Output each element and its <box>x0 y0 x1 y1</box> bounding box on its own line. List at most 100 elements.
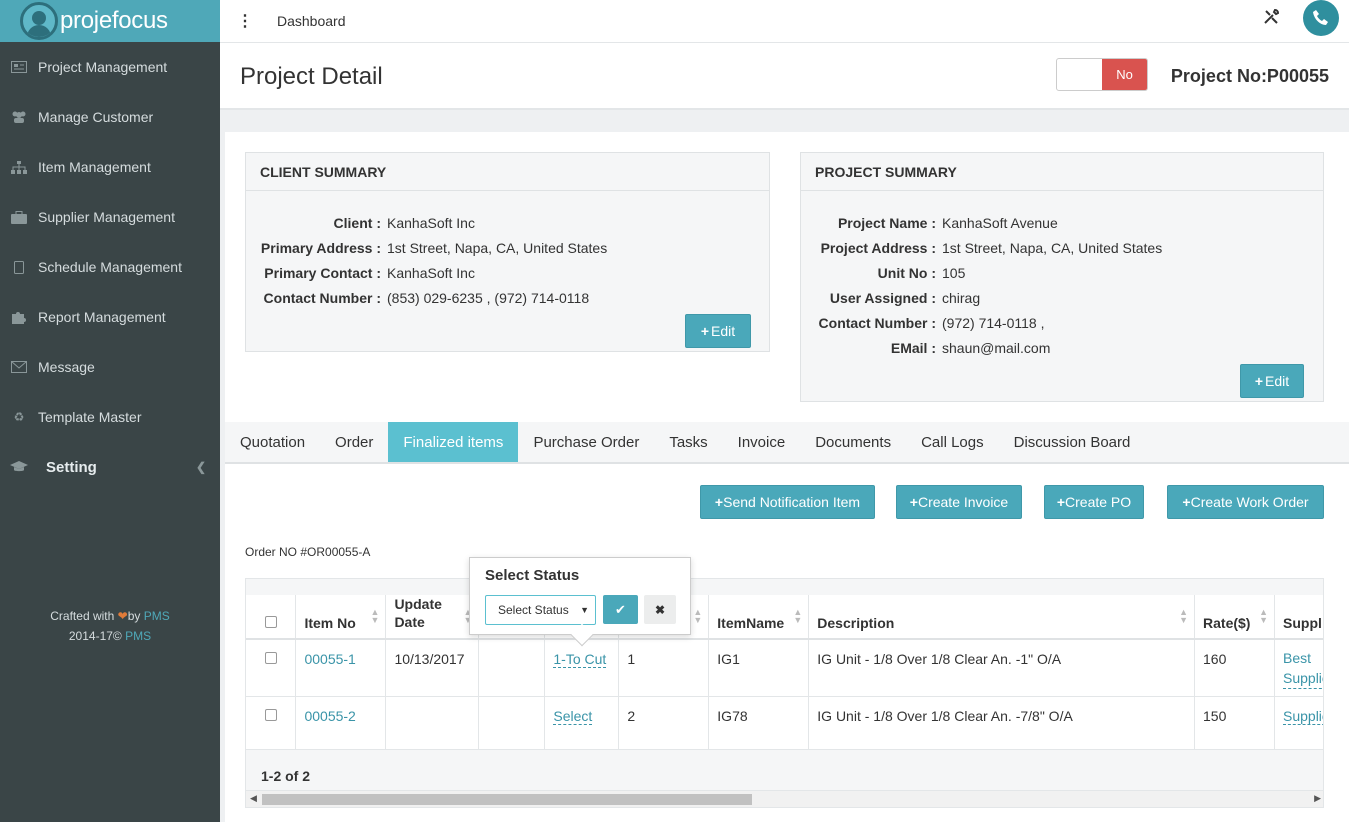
client-row: Client : KanhaSoft Inc <box>246 215 475 231</box>
client-edit-button[interactable]: + Edit <box>685 314 751 348</box>
logo[interactable]: projefocus <box>0 0 220 42</box>
plus-icon: + <box>1056 494 1066 510</box>
column-header-description[interactable]: Description ▲ ▼ <box>808 595 1196 640</box>
item-no-link[interactable]: 00055-2 <box>304 708 355 724</box>
phone-icon[interactable] <box>1303 0 1339 36</box>
edit-label: Edit <box>1265 373 1290 389</box>
plus-icon: + <box>714 494 724 510</box>
column-header-update-date[interactable]: Update Date ▲ ▼ <box>385 595 480 640</box>
logo-text: projefocus <box>60 7 168 34</box>
items-table: Item No ▲▼ Update Date▲▼ ▲▼ ▲▼ ItemName▲▼… <box>246 595 1323 750</box>
email-row: EMail : shaun@mail.com <box>801 340 1051 356</box>
project-address-value: 1st Street, Napa, CA, United States <box>942 240 1163 256</box>
panel-title: PROJECT SUMMARY <box>801 153 1323 191</box>
select-status-popover: Select Status Select Status ▼ ✔ ✖ <box>469 557 691 647</box>
status-select[interactable]: Select Status ▼ <box>485 595 596 625</box>
sidebar-item-item-management[interactable]: Item Management <box>0 142 220 192</box>
sidebar-item-schedule-management[interactable]: Schedule Management <box>0 242 220 292</box>
tab-discussion-board[interactable]: Discussion Board <box>999 422 1146 462</box>
tab-tasks[interactable]: Tasks <box>654 422 722 462</box>
contact-number-value: (853) 029-6235 , (972) 714-0118 <box>387 290 590 306</box>
tab-purchase-order[interactable]: Purchase Order <box>518 422 654 462</box>
row-checkbox[interactable] <box>264 652 277 664</box>
tab-finalized-items[interactable]: Finalized items <box>388 422 519 462</box>
tab-invoice[interactable]: Invoice <box>723 422 801 462</box>
primary-contact-label: Primary Contact : <box>264 265 381 281</box>
contact-number-value: (972) 714-0118 , <box>942 315 1045 331</box>
unit-no-value: 105 <box>942 265 966 281</box>
sort-icon: ▲▼ <box>370 607 380 625</box>
send-notification-button[interactable]: + Send Notification Item <box>700 485 875 519</box>
sidebar-item-label: Schedule Management <box>38 259 182 275</box>
status-editable[interactable]: 1-To Cut <box>553 651 607 668</box>
contact-number-label: Contact Number : <box>263 290 381 306</box>
sidebar-item-report-management[interactable]: Report Management <box>0 292 220 342</box>
users-icon <box>10 110 28 124</box>
supplier-cell: Best Supplie <box>1274 639 1323 697</box>
pms-link[interactable]: PMS <box>144 609 170 623</box>
breadcrumb[interactable]: Dashboard <box>277 13 346 29</box>
create-work-order-button[interactable]: + Create Work Order <box>1167 485 1324 519</box>
table-row: 00055-2 Select 2 IG78 IG Unit - 1/8 Over… <box>246 696 1323 750</box>
tab-documents[interactable]: Documents <box>800 422 906 462</box>
create-invoice-label: Create Invoice <box>917 494 1009 510</box>
item-no-link[interactable]: 00055-1 <box>304 651 355 667</box>
tools-icon[interactable] <box>1263 8 1280 31</box>
scrollbar-thumb[interactable] <box>262 794 752 805</box>
column-header-item-name[interactable]: ItemName ▲ ▼ <box>708 595 810 640</box>
pagination-info: 1-2 of 2 <box>246 759 1323 792</box>
blank-cell <box>478 639 546 697</box>
sidebar-item-message[interactable]: Message <box>0 342 220 392</box>
horizontal-scrollbar[interactable]: ◀ ▶ <box>246 790 1323 807</box>
rate-cell: 160 <box>1194 639 1275 697</box>
primary-address-label: Primary Address : <box>260 240 381 256</box>
tab-quotation[interactable]: Quotation <box>225 422 320 462</box>
supplier-cell: Supplie <box>1274 696 1323 750</box>
sidebar-item-setting[interactable]: Setting ❮ <box>0 442 220 492</box>
status-cell: Select <box>544 696 620 750</box>
status-editable[interactable]: Select <box>553 707 593 725</box>
select-all-checkbox[interactable] <box>264 616 277 628</box>
row-checkbox[interactable] <box>264 708 277 721</box>
column-header-item-no[interactable]: Item No ▲ ▼ <box>295 595 387 640</box>
status-toggle[interactable]: No <box>1056 58 1148 91</box>
item-no-cell: 00055-2 <box>295 696 387 750</box>
credits-by: by <box>127 609 144 623</box>
header-label: Item No <box>304 615 356 631</box>
status-cell: 1-To Cut <box>544 639 620 697</box>
toggle-no-label: No <box>1102 59 1147 90</box>
project-edit-button[interactable]: + Edit <box>1240 364 1304 398</box>
kebab-menu-icon[interactable]: ⋮ <box>220 11 270 31</box>
order-number: Order NO #OR00055-A <box>245 545 371 559</box>
close-icon: ✖ <box>654 602 666 617</box>
column-header-rate[interactable]: Rate($) ▲ ▼ <box>1194 595 1275 640</box>
sidebar-item-label: Supplier Management <box>38 209 175 225</box>
user-assigned-label: User Assigned : <box>829 290 936 306</box>
scroll-left-icon[interactable]: ◀ <box>250 793 257 804</box>
create-invoice-button[interactable]: + Create Invoice <box>896 485 1022 519</box>
sort-icon: ▲▼ <box>693 607 703 625</box>
supplier-editable[interactable]: Supplie <box>1283 707 1323 725</box>
sidebar-item-label: Setting <box>46 458 97 476</box>
sidebar-item-supplier-management[interactable]: Supplier Management <box>0 192 220 242</box>
sort-icon: ▲▼ <box>793 607 803 625</box>
scroll-right-icon[interactable]: ▶ <box>1314 793 1321 804</box>
header-label: Rate($) <box>1203 615 1251 631</box>
tab-call-logs[interactable]: Call Logs <box>906 422 999 462</box>
cancel-button[interactable]: ✖ <box>644 595 676 624</box>
tab-order[interactable]: Order <box>320 422 388 462</box>
column-header-supplier[interactable]: Suppl <box>1274 595 1323 640</box>
sidebar-item-template-master[interactable]: ♻ Template Master <box>0 392 220 442</box>
sidebar-item-project-management[interactable]: Project Management <box>0 42 220 92</box>
supplier-editable[interactable]: Best Supplie <box>1283 648 1323 689</box>
select-all-cell <box>246 595 297 640</box>
sidebar-item-manage-customer[interactable]: Manage Customer <box>0 92 220 142</box>
sort-icon: ▲▼ <box>1259 607 1268 625</box>
sidebar-item-label: Template Master <box>38 409 142 425</box>
briefcase-icon <box>10 210 28 224</box>
confirm-button[interactable]: ✔ <box>603 595 638 624</box>
pms-link[interactable]: PMS <box>125 629 151 643</box>
sidebar-item-label: Project Management <box>38 59 168 75</box>
create-po-button[interactable]: + Create PO <box>1044 485 1144 519</box>
qty-cell: 1 <box>618 639 710 697</box>
